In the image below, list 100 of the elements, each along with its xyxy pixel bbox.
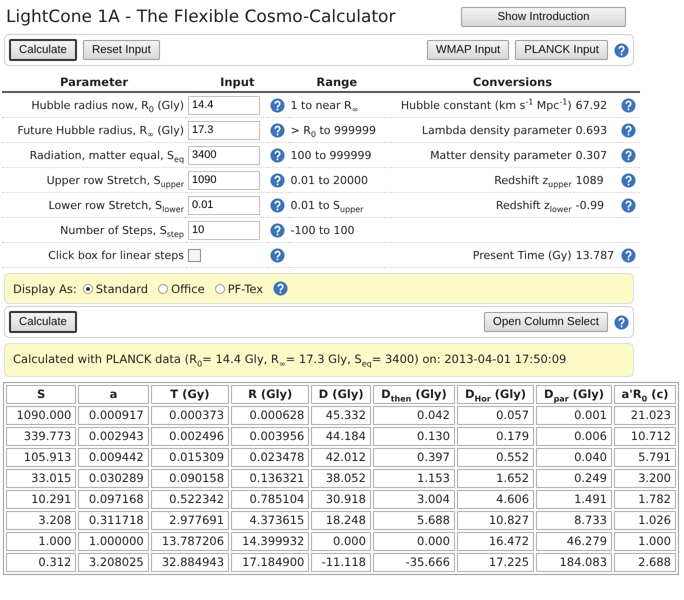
table-cell: 1.000 (614, 532, 676, 551)
table-cell: 0.002496 (150, 427, 230, 446)
column-header: Input (220, 75, 254, 89)
range-text: 0.01 to 20000 (290, 174, 368, 186)
input-field[interactable]: 3400 (188, 146, 260, 164)
table-cell: 18.248 (311, 511, 371, 530)
conversion-label: Hubble constant (km s$^{-1}$ Mpc$^{-1}$) (400, 98, 572, 112)
radio-button[interactable] (82, 284, 93, 294)
radio-label[interactable]: Standard (96, 282, 148, 296)
range-text: 100 to 999999 (290, 148, 372, 162)
table-cell: 0.311718 (78, 511, 149, 530)
table-cell: 14.399932 (231, 532, 310, 551)
help-icon[interactable] (270, 172, 286, 188)
table-cell: 105.913 (6, 448, 76, 467)
help-icon[interactable] (621, 198, 636, 212)
table-cell: 1.000 (6, 532, 76, 551)
input-field[interactable]: 10 (188, 220, 260, 240)
column-header: T (Gy) (150, 385, 230, 404)
table-cell: 0.136321 (231, 469, 310, 488)
help-icon[interactable] (614, 42, 629, 58)
help-icon[interactable] (270, 198, 286, 212)
table-cell: 2.977691 (150, 511, 230, 530)
help-icon[interactable] (270, 248, 286, 262)
help-icon[interactable] (621, 98, 636, 112)
input-field[interactable]: 17.3 (188, 120, 260, 140)
open-column-select-button[interactable]: Open Column Select (484, 312, 608, 332)
input-field[interactable]: 14.4 (188, 96, 260, 114)
table-cell: 0.000373 (150, 406, 230, 425)
table-cell: 32.884943 (150, 553, 230, 572)
parameter-label: Lower row Stretch, S$_{lower}$ (48, 198, 184, 212)
range-text: 0.01 to S$_{upper}$ (290, 198, 364, 212)
conversion-value: 13.787 (576, 248, 614, 262)
table-cell: 0.522342 (150, 490, 230, 509)
help-icon[interactable] (270, 148, 286, 162)
table-cell: 0.249 (536, 469, 612, 488)
table-cell: 0.000 (311, 532, 371, 551)
radio-button[interactable] (214, 284, 225, 294)
calculate-button[interactable]: Calculate (9, 311, 77, 333)
range-text: 1 to near R$_{∞}$ (290, 98, 358, 112)
column-header: a (78, 385, 149, 404)
info-message: Calculated with PLANCK data (R$_{0}$= 14.4 Gly, R$_{∞}$= 17.3 Gly, S$_{eq}$= 3400) on: 2013-04-01 17:50:09 (4, 343, 634, 377)
toolbar-button[interactable]: PLANCK Input (515, 40, 608, 60)
display-label: Display As: (13, 282, 77, 296)
toolbar-button[interactable]: WMAP Input (426, 40, 510, 60)
show-introduction-button[interactable]: Show Introduction (461, 7, 626, 27)
parameter-label: Future Hubble radius, R$_{∞}$ (Gly) (17, 124, 184, 136)
table-cell: 0.090158 (150, 469, 230, 488)
column-header: D (Gly) (311, 385, 371, 404)
table-cell: 0.057 (456, 406, 534, 425)
table-cell: 1.026 (614, 511, 676, 530)
input-field[interactable]: 1090 (188, 170, 260, 190)
parameter-label: Upper row Stretch, S$_{upper}$ (46, 174, 184, 186)
conversion-label: Redshift z$_{lower}$ (496, 198, 572, 212)
parameter-label: Number of Steps, S$_{step}$ (60, 224, 184, 236)
help-icon[interactable] (621, 148, 636, 162)
table-cell: 3.208025 (78, 553, 149, 572)
help-icon[interactable] (270, 122, 286, 138)
table-cell: 0.042 (372, 406, 455, 425)
conversion-label: Lambda density parameter (422, 124, 572, 136)
column-header: R (Gly) (231, 385, 310, 404)
table-cell: 3.208 (6, 511, 76, 530)
toolbar-button[interactable]: Reset Input (82, 40, 160, 60)
table-cell: 17.184900 (231, 553, 310, 572)
help-icon[interactable] (273, 281, 288, 296)
conversion-value: 67.92 (576, 98, 608, 112)
table-cell: 0.097168 (78, 490, 149, 509)
radio-label[interactable]: Office (171, 282, 205, 296)
table-cell: 1090.000 (6, 406, 76, 425)
table-cell: 0.000 (372, 532, 455, 551)
table-cell: 1.000000 (78, 532, 149, 551)
column-header: Parameter (60, 75, 128, 89)
conversion-value: 0.307 (576, 148, 608, 162)
table-cell: 21.023 (614, 406, 676, 425)
help-icon[interactable] (621, 172, 636, 188)
column-header: Range (316, 75, 358, 89)
column-header: D$_{then}$ (Gly) (372, 385, 455, 404)
radio-label[interactable]: PF-Tex (228, 282, 264, 296)
table-cell: 0.000628 (231, 406, 310, 425)
table-cell: 1.782 (614, 490, 676, 509)
toolbar-button[interactable]: Calculate (9, 39, 77, 61)
table-cell: 10.712 (614, 427, 676, 446)
table-cell: 3.004 (372, 490, 455, 509)
page-title: LightCone 1A - The Flexible Cosmo-Calculator (6, 7, 396, 27)
help-icon[interactable] (270, 222, 286, 238)
radio-button[interactable] (158, 284, 168, 294)
conversion-label: Matter density parameter (430, 148, 572, 162)
checkbox[interactable] (188, 248, 202, 262)
help-icon[interactable] (270, 98, 286, 112)
parameter-label: Click box for linear steps (48, 248, 184, 262)
table-cell: 0.000917 (78, 406, 149, 425)
conversion-label: Present Time (Gy) (472, 248, 572, 262)
help-icon[interactable] (614, 314, 629, 330)
help-icon[interactable] (621, 122, 636, 138)
range-text: > R$_{0}$ to 999999 (290, 124, 376, 136)
table-cell: 0.009442 (78, 448, 149, 467)
input-field[interactable]: 0.01 (188, 196, 260, 214)
table-cell: 10.291 (6, 490, 76, 509)
table-cell: 16.472 (456, 532, 534, 551)
help-icon[interactable] (621, 248, 636, 262)
table-cell: 0.552 (456, 448, 534, 467)
